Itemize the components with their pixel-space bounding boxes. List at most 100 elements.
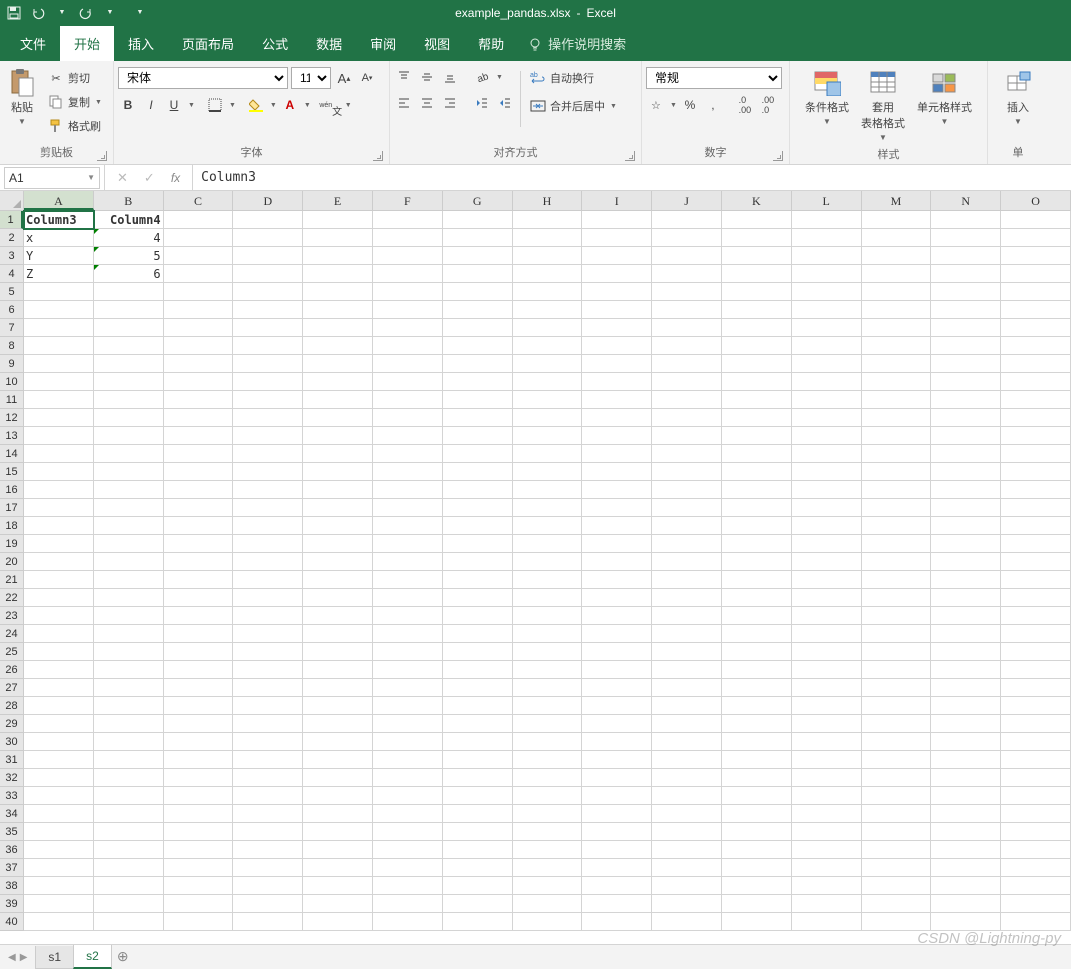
cell[interactable] [931,229,1001,247]
cell[interactable]: 4 [94,229,164,247]
cell[interactable] [862,247,932,265]
cell[interactable] [792,787,862,805]
cell[interactable] [373,373,443,391]
cell[interactable] [513,805,583,823]
align-middle-icon[interactable] [417,67,437,87]
cell[interactable] [164,229,234,247]
cell[interactable] [233,265,303,283]
cell[interactable] [24,373,94,391]
cell[interactable] [722,265,792,283]
cell[interactable] [931,787,1001,805]
cell[interactable] [373,571,443,589]
cell[interactable] [94,571,164,589]
cell[interactable] [862,409,932,427]
cell[interactable] [792,571,862,589]
cell[interactable] [303,877,373,895]
cell[interactable] [862,427,932,445]
cell[interactable] [1001,283,1071,301]
cell[interactable] [443,409,513,427]
cell[interactable] [513,895,583,913]
column-header[interactable]: K [722,191,792,210]
cell[interactable] [94,319,164,337]
column-header[interactable]: M [862,191,932,210]
format-painter-button[interactable]: 格式刷 [44,115,106,137]
cell[interactable] [303,229,373,247]
row-header[interactable]: 34 [0,805,23,823]
cell[interactable] [373,625,443,643]
cell[interactable] [513,751,583,769]
cancel-icon[interactable]: ✕ [117,170,128,186]
cell[interactable] [862,373,932,391]
cell[interactable] [233,553,303,571]
column-header[interactable]: E [303,191,373,210]
cell[interactable] [94,517,164,535]
cell[interactable] [443,895,513,913]
cell[interactable] [931,445,1001,463]
cell[interactable] [722,211,792,229]
cell[interactable] [582,391,652,409]
cell[interactable] [652,247,722,265]
cell[interactable] [373,823,443,841]
cell[interactable] [24,535,94,553]
column-header[interactable]: H [513,191,583,210]
cell[interactable] [443,427,513,445]
cell[interactable] [233,571,303,589]
cell[interactable] [164,679,234,697]
cell[interactable] [303,805,373,823]
cell[interactable] [164,805,234,823]
row-header[interactable]: 28 [0,697,23,715]
cell[interactable] [303,715,373,733]
cell[interactable] [582,211,652,229]
cell[interactable] [1001,229,1071,247]
cell[interactable] [722,643,792,661]
cell[interactable] [513,787,583,805]
cell[interactable] [303,463,373,481]
cell[interactable] [513,355,583,373]
cell[interactable] [931,661,1001,679]
cell[interactable] [792,283,862,301]
cell[interactable] [24,661,94,679]
cell[interactable] [652,445,722,463]
cell[interactable] [862,589,932,607]
row-header[interactable]: 16 [0,481,23,499]
cell[interactable] [443,625,513,643]
cell[interactable] [164,823,234,841]
cell[interactable] [931,877,1001,895]
cell[interactable] [722,679,792,697]
cell[interactable] [24,589,94,607]
border-button[interactable] [205,95,225,115]
cell[interactable] [652,499,722,517]
cell[interactable] [24,553,94,571]
cell[interactable] [373,265,443,283]
cell[interactable] [443,499,513,517]
cell[interactable] [652,355,722,373]
cell-styles-button[interactable]: 单元格样式 ▼ [913,67,976,128]
row-header[interactable]: 7 [0,319,23,337]
cell[interactable] [373,445,443,463]
cell[interactable] [164,625,234,643]
cell[interactable] [862,661,932,679]
cell[interactable] [792,535,862,553]
cell[interactable] [443,283,513,301]
cell[interactable] [443,247,513,265]
cell[interactable] [233,859,303,877]
cell[interactable] [862,859,932,877]
cell[interactable] [233,805,303,823]
cell[interactable] [582,355,652,373]
cell[interactable] [164,247,234,265]
cell[interactable] [652,805,722,823]
cell[interactable] [652,607,722,625]
cell[interactable] [722,571,792,589]
cell[interactable] [722,769,792,787]
cell[interactable] [931,391,1001,409]
cell[interactable] [931,265,1001,283]
cell[interactable] [652,733,722,751]
cell[interactable] [513,823,583,841]
cell[interactable] [792,697,862,715]
cell[interactable] [792,427,862,445]
cell[interactable] [1001,751,1071,769]
cell[interactable] [582,499,652,517]
cell[interactable] [303,283,373,301]
cell[interactable] [233,679,303,697]
cell[interactable] [931,535,1001,553]
